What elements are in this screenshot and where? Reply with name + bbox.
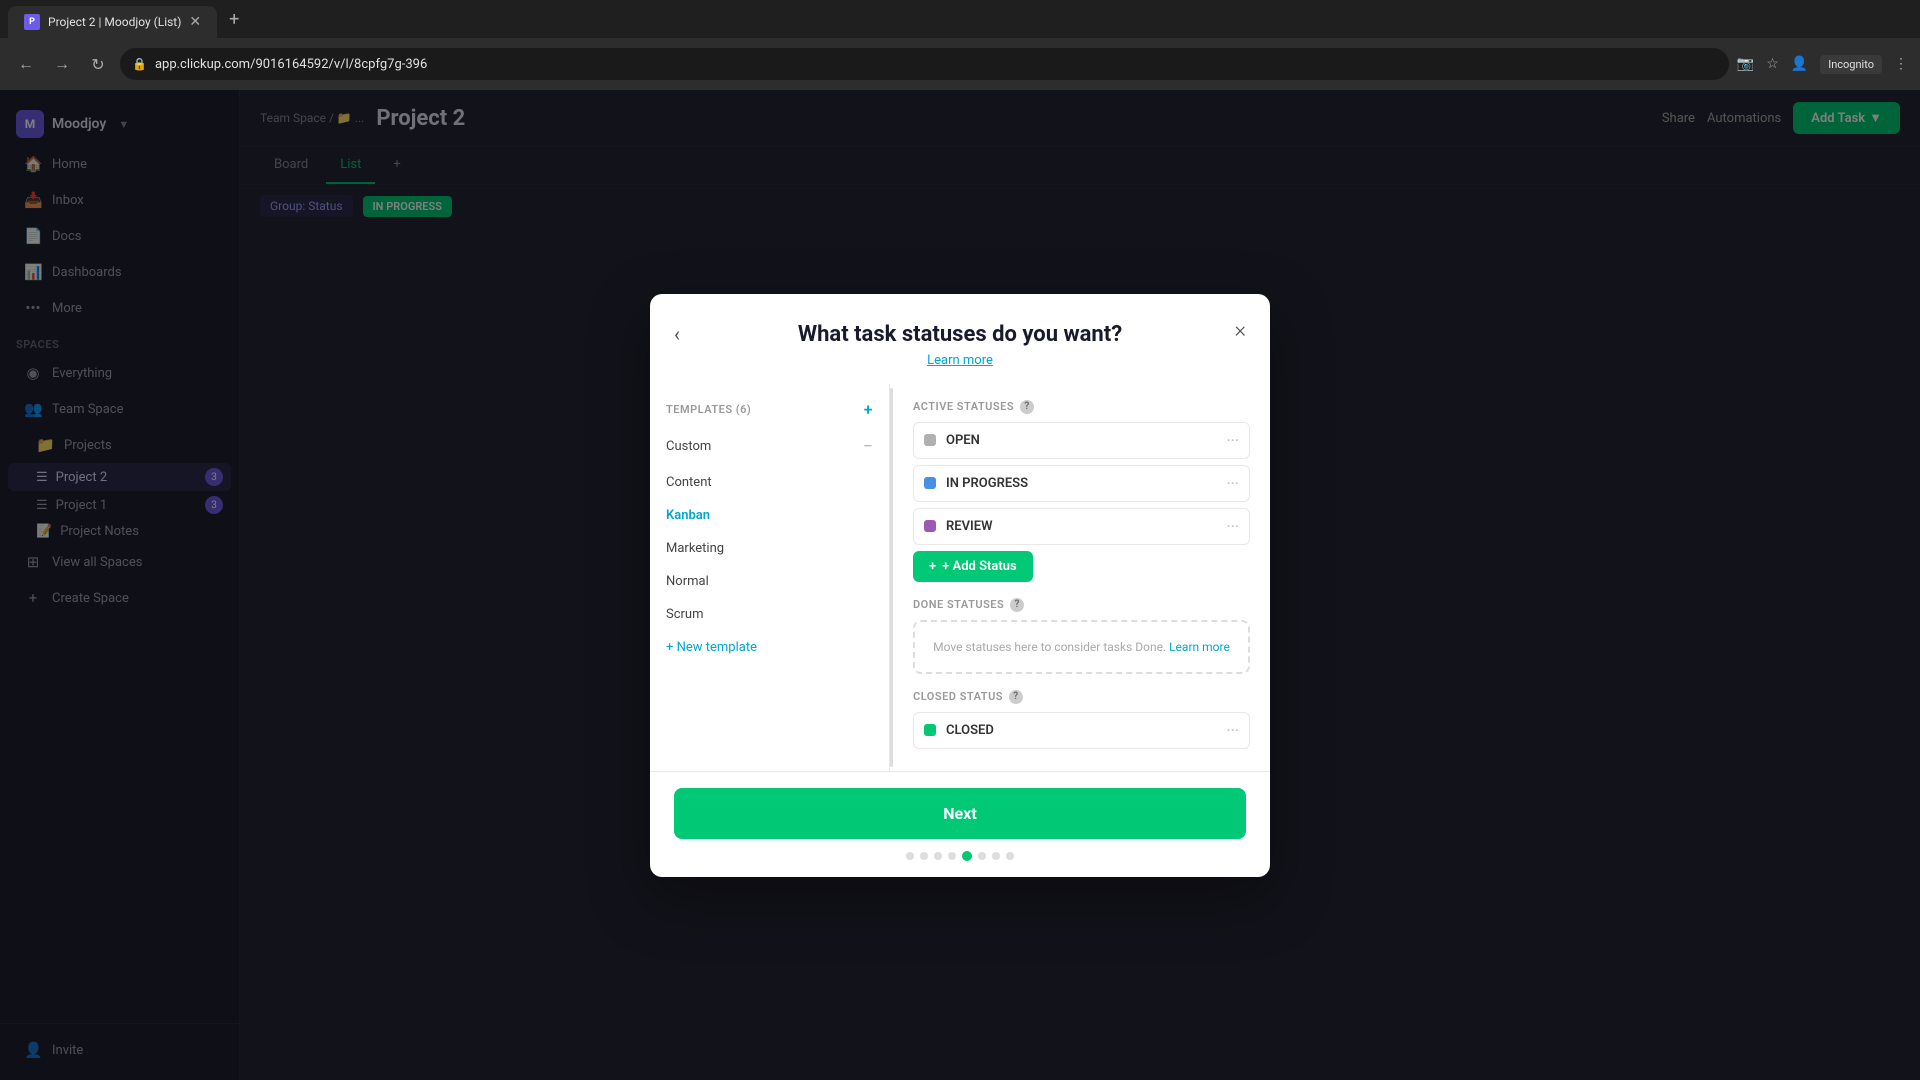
- dot-1: [906, 852, 914, 860]
- add-template-icon[interactable]: +: [864, 400, 873, 419]
- in-progress-status-dot: [924, 477, 936, 489]
- dot-5-active: [962, 851, 972, 861]
- template-item-custom[interactable]: Custom −: [650, 427, 889, 466]
- browser-toolbar: ← → ↻ 🔒 app.clickup.com/9016164592/v/l/8…: [0, 38, 1920, 90]
- review-status-more-button[interactable]: ···: [1226, 517, 1239, 536]
- address-bar[interactable]: 🔒 app.clickup.com/9016164592/v/l/8cpfg7g…: [120, 48, 1729, 80]
- closed-status-dot: [924, 724, 936, 736]
- status-item-review: REVIEW ···: [913, 508, 1250, 545]
- new-template-link[interactable]: + New template: [650, 631, 889, 664]
- closed-status-name: CLOSED: [946, 723, 1216, 738]
- template-item-scrum[interactable]: Scrum: [650, 598, 889, 631]
- modal-body: TEMPLATES (6) + Custom − Content Kanban …: [650, 384, 1270, 771]
- tab-favicon: P: [24, 14, 40, 30]
- done-statuses-section: DONE STATUSES ? Move statuses here to co…: [913, 598, 1250, 674]
- template-item-marketing[interactable]: Marketing: [650, 532, 889, 565]
- modal: ‹ What task statuses do you want? Learn …: [650, 294, 1270, 877]
- menu-icon[interactable]: ⋮: [1894, 56, 1908, 72]
- template-item-kanban[interactable]: Kanban: [650, 499, 889, 532]
- open-status-name: OPEN: [946, 433, 1216, 448]
- modal-footer: Next: [650, 771, 1270, 877]
- review-status-dot: [924, 520, 936, 532]
- active-statuses-section: ACTIVE STATUSES ? OPEN ··· IN PROGRESS ·…: [913, 400, 1250, 582]
- profile-icon[interactable]: 👤: [1791, 56, 1808, 72]
- pagination-dots: [906, 851, 1014, 861]
- closed-status-more-button[interactable]: ···: [1226, 721, 1239, 740]
- in-progress-status-more-button[interactable]: ···: [1226, 474, 1239, 493]
- done-statuses-label: DONE STATUSES ?: [913, 598, 1250, 612]
- closed-status-section: CLOSED STATUS ? CLOSED ···: [913, 690, 1250, 755]
- open-status-more-button[interactable]: ···: [1226, 431, 1239, 450]
- back-button[interactable]: ←: [12, 50, 40, 78]
- modal-close-button[interactable]: ×: [1234, 318, 1246, 343]
- forward-button[interactable]: →: [48, 50, 76, 78]
- open-status-dot: [924, 434, 936, 446]
- status-item-closed: CLOSED ···: [913, 712, 1250, 749]
- dot-8: [1006, 852, 1014, 860]
- star-icon[interactable]: ☆: [1766, 56, 1779, 72]
- dot-2: [920, 852, 928, 860]
- dot-4: [948, 852, 956, 860]
- done-learn-more-link[interactable]: Learn more: [1169, 640, 1230, 654]
- statuses-panel: ACTIVE STATUSES ? OPEN ··· IN PROGRESS ·…: [893, 384, 1270, 771]
- new-tab-button[interactable]: +: [221, 5, 247, 34]
- dot-3: [934, 852, 942, 860]
- status-item-open: OPEN ···: [913, 422, 1250, 459]
- in-progress-status-name: IN PROGRESS: [946, 476, 1216, 491]
- browser-actions: 📷 ☆ 👤 Incognito ⋮: [1737, 55, 1908, 74]
- dot-6: [978, 852, 986, 860]
- dot-7: [992, 852, 1000, 860]
- status-item-in-progress: IN PROGRESS ···: [913, 465, 1250, 502]
- templates-panel: TEMPLATES (6) + Custom − Content Kanban …: [650, 384, 890, 771]
- add-status-icon: +: [929, 559, 936, 574]
- active-statuses-help-icon[interactable]: ?: [1020, 400, 1034, 414]
- modal-header: ‹ What task statuses do you want? Learn …: [650, 294, 1270, 384]
- next-button[interactable]: Next: [674, 788, 1246, 839]
- tab-title: Project 2 | Moodjoy (List): [48, 15, 181, 29]
- template-item-content[interactable]: Content: [650, 466, 889, 499]
- active-statuses-label: ACTIVE STATUSES ?: [913, 400, 1250, 414]
- template-custom-collapse-icon: −: [863, 436, 873, 457]
- modal-overlay: ‹ What task statuses do you want? Learn …: [0, 90, 1920, 1080]
- add-status-label: + Add Status: [942, 559, 1017, 574]
- template-item-normal[interactable]: Normal: [650, 565, 889, 598]
- templates-section-label: TEMPLATES (6) +: [650, 400, 889, 427]
- done-statuses-drop-zone: Move statuses here to consider tasks Don…: [913, 620, 1250, 674]
- review-status-name: REVIEW: [946, 519, 1216, 534]
- active-tab[interactable]: P Project 2 | Moodjoy (List) ✕: [8, 6, 217, 38]
- browser-tabs: P Project 2 | Moodjoy (List) ✕ +: [0, 0, 1920, 38]
- lock-icon: 🔒: [132, 57, 147, 71]
- url-text: app.clickup.com/9016164592/v/l/8cpfg7g-3…: [155, 57, 427, 72]
- tab-close-button[interactable]: ✕: [189, 14, 201, 30]
- browser-chrome: P Project 2 | Moodjoy (List) ✕ + ← → ↻ 🔒…: [0, 0, 1920, 90]
- closed-status-help-icon[interactable]: ?: [1009, 690, 1023, 704]
- modal-back-button[interactable]: ‹: [674, 322, 680, 346]
- modal-title: What task statuses do you want?: [798, 322, 1122, 347]
- closed-status-label: CLOSED STATUS ?: [913, 690, 1250, 704]
- done-statuses-help-icon[interactable]: ?: [1010, 598, 1024, 612]
- refresh-button[interactable]: ↻: [84, 50, 112, 78]
- learn-more-link[interactable]: Learn more: [927, 353, 993, 368]
- camera-icon: 📷: [1737, 56, 1754, 72]
- incognito-badge: Incognito: [1820, 55, 1882, 74]
- add-status-button[interactable]: + + Add Status: [913, 551, 1033, 582]
